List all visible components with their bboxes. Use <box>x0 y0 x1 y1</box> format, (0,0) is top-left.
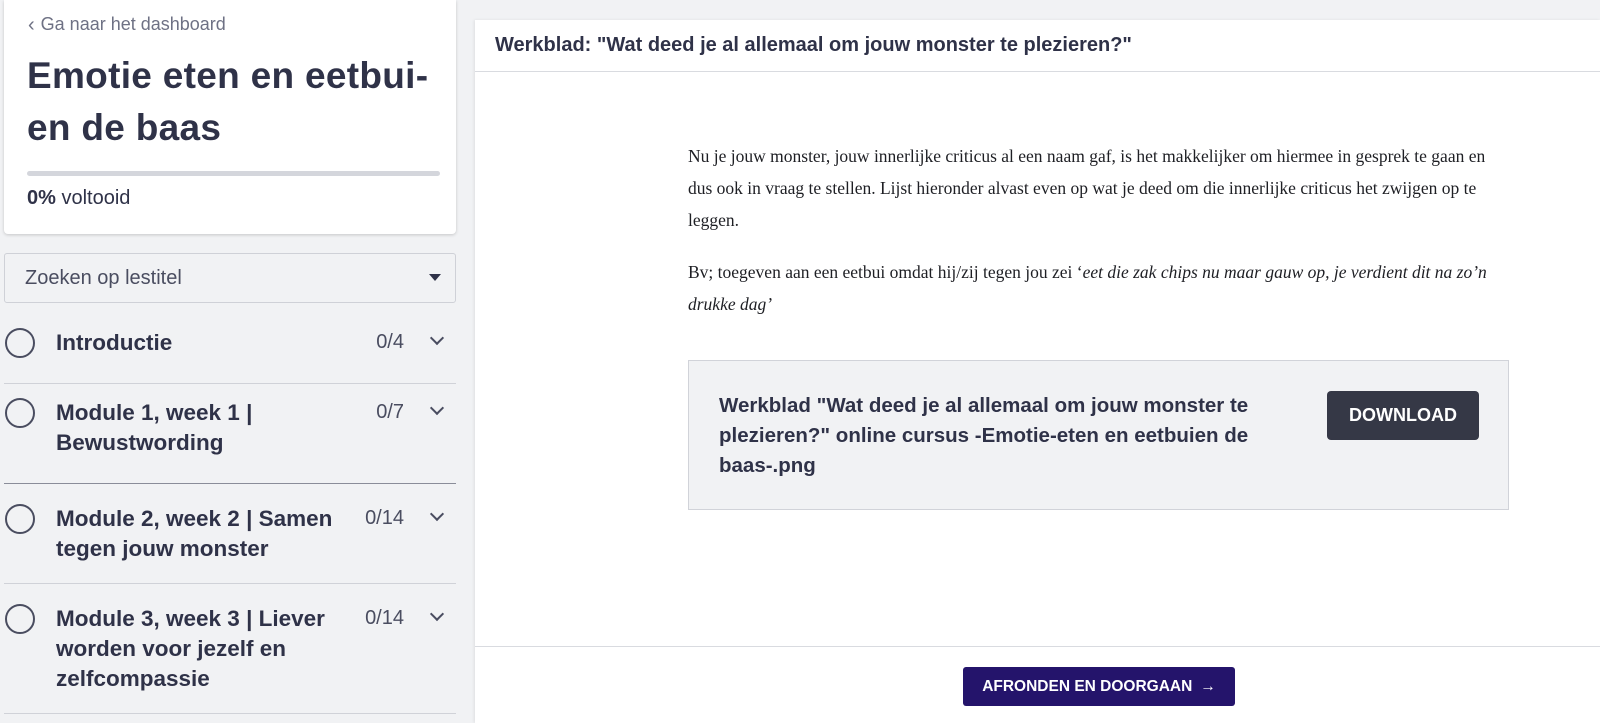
download-button[interactable]: DOWNLOAD <box>1327 391 1479 440</box>
module-list: Introductie 0/4 Module 1, week 1 | Bewus… <box>4 312 456 714</box>
lesson-panel: Werkblad: "Wat deed je al allemaal om jo… <box>475 20 1600 723</box>
module-progress-count: 0/14 <box>365 607 404 629</box>
lesson-search-placeholder: Zoeken op lestitel <box>25 266 182 289</box>
chevron-down-icon[interactable] <box>429 400 445 416</box>
module-item-module-1[interactable]: Module 1, week 1 | Bewustwording 0/7 <box>4 384 456 484</box>
module-item-module-2[interactable]: Module 2, week 2 | Samen tegen jouw mons… <box>4 484 456 584</box>
back-to-dashboard-link[interactable]: ‹ Ga naar het dashboard <box>28 14 226 35</box>
lesson-body: Nu je jouw monster, jouw innerlijke crit… <box>688 140 1498 340</box>
module-progress-count: 0/4 <box>376 331 404 353</box>
course-sidebar: ‹ Ga naar het dashboard Emotie eten en e… <box>0 0 460 723</box>
module-item-module-3[interactable]: Module 3, week 3 | Liever worden voor je… <box>4 584 456 714</box>
progress-suffix: voltooid <box>61 187 131 209</box>
lesson-title: Werkblad: "Wat deed je al allemaal om jo… <box>475 20 1600 72</box>
attachment-file-title: Werkblad "Wat deed je al allemaal om jou… <box>719 394 1249 477</box>
lesson-example-paragraph: Bv; toegeven aan een eetbui omdat hij/zi… <box>688 256 1498 320</box>
lesson-search-select[interactable]: Zoeken op lestitel <box>4 253 456 303</box>
module-item-introductie[interactable]: Introductie 0/4 <box>4 312 456 384</box>
status-circle-icon <box>5 604 35 634</box>
chevron-down-icon[interactable] <box>429 330 445 346</box>
status-circle-icon <box>5 398 35 428</box>
status-circle-icon <box>5 504 35 534</box>
progress-bar <box>27 171 440 176</box>
course-title: Emotie eten en eetbui-en de baas <box>27 55 429 148</box>
status-circle-icon <box>5 328 35 358</box>
module-title: Module 3, week 3 | Liever worden voor je… <box>56 606 325 691</box>
back-link-label: Ga naar het dashboard <box>40 14 226 34</box>
example-text: Bv; toegeven aan een eetbui omdat hij/zi… <box>688 262 1083 282</box>
module-progress-count: 0/7 <box>376 401 404 423</box>
module-progress-count: 0/14 <box>365 507 404 529</box>
lesson-paragraph: Nu je jouw monster, jouw innerlijke crit… <box>688 146 1486 230</box>
module-title: Module 1, week 1 | Bewustwording <box>56 400 253 455</box>
complete-and-continue-button[interactable]: AFRONDEN EN DOORGAAN → <box>963 667 1235 706</box>
chevron-down-icon[interactable] <box>429 506 445 522</box>
chevron-left-icon: ‹ <box>28 13 35 36</box>
module-title: Module 2, week 2 | Samen tegen jouw mons… <box>56 506 333 561</box>
progress-percent: 0% <box>27 187 56 209</box>
caret-down-icon <box>429 274 441 281</box>
arrow-right-icon: → <box>1200 677 1216 695</box>
download-attachment-box: Werkblad "Wat deed je al allemaal om jou… <box>688 360 1509 510</box>
chevron-down-icon[interactable] <box>429 606 445 622</box>
progress-label: 0% voltooid <box>27 187 130 210</box>
complete-button-label: AFRONDEN EN DOORGAAN <box>982 677 1193 695</box>
course-card: ‹ Ga naar het dashboard Emotie eten en e… <box>4 0 456 234</box>
module-title: Introductie <box>56 330 173 355</box>
lesson-footer: AFRONDEN EN DOORGAAN → <box>475 646 1600 723</box>
